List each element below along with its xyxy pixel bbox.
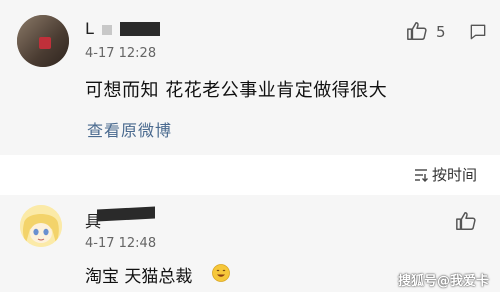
comment-timestamp: 4-17 12:48 (85, 236, 157, 251)
comment-timestamp: 4-17 12:28 (85, 46, 157, 61)
avatar[interactable] (20, 205, 62, 247)
smile-emoji-icon (212, 264, 230, 282)
view-original-link[interactable]: 查看原微博 (87, 117, 172, 141)
username[interactable]: L (85, 19, 94, 38)
thumbs-up-icon[interactable] (455, 210, 477, 232)
redaction-mark (120, 22, 160, 36)
like-count: 5 (436, 23, 446, 41)
comment-text: 淘宝 天猫总裁 (85, 267, 193, 287)
sort-icon[interactable] (414, 168, 428, 182)
redaction-mark (102, 25, 112, 35)
avatar-detail (39, 37, 51, 49)
comment-text: 可想而知 花花老公事业肯定做得很大 (85, 80, 388, 101)
avatar[interactable] (17, 15, 69, 67)
speech-bubble-icon[interactable] (468, 22, 488, 42)
thumbs-up-icon[interactable] (406, 20, 428, 42)
watermark: 搜狐号@我爱卡 (398, 274, 490, 289)
sort-by-time-button[interactable]: 按时间 (432, 164, 477, 185)
